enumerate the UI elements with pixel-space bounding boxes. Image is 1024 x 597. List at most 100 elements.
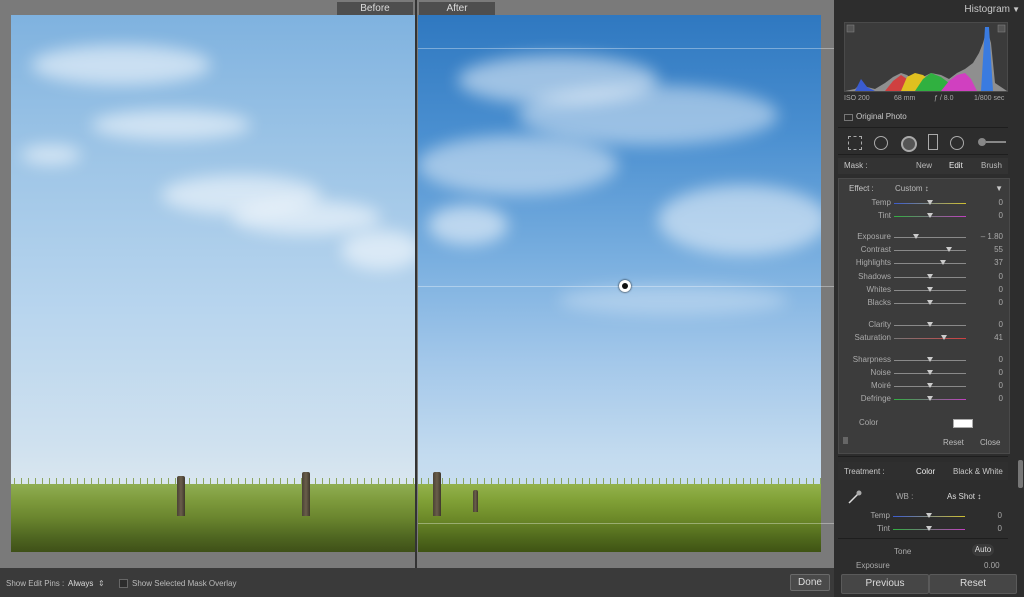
slider-track[interactable] bbox=[894, 237, 966, 238]
original-photo-icon[interactable] bbox=[844, 114, 853, 121]
radial-filter-icon[interactable] bbox=[950, 136, 964, 150]
slider-track[interactable] bbox=[894, 338, 966, 339]
effect-close-button[interactable]: Close bbox=[980, 438, 1000, 447]
iso-value: ISO 200 bbox=[844, 95, 870, 102]
slider-label: Clarity bbox=[868, 320, 891, 329]
slider-thumb[interactable] bbox=[912, 234, 919, 239]
develop-panel: Histogram ▼ ISO 200 68 mm ƒ / 8.0 1/800 … bbox=[834, 0, 1024, 597]
wb-select[interactable]: As Shot ↕ bbox=[947, 492, 981, 501]
basic-slider-tint[interactable]: Tint 0 bbox=[838, 524, 1008, 535]
slider-temp[interactable]: Temp 0 bbox=[839, 198, 1009, 209]
slider-track[interactable] bbox=[894, 263, 966, 264]
before-label: Before bbox=[337, 2, 413, 16]
done-button[interactable]: Done bbox=[790, 574, 830, 591]
slider-sharpness[interactable]: Sharpness 0 bbox=[839, 355, 1009, 366]
treatment-label: Treatment : bbox=[844, 467, 885, 476]
histogram bbox=[844, 22, 1008, 92]
exposure-value: 0.00 bbox=[984, 561, 1000, 570]
slider-moir[interactable]: Moiré 0 bbox=[839, 381, 1009, 392]
slider-label: Shadows bbox=[858, 272, 891, 281]
show-edit-pins-select[interactable]: Always bbox=[68, 579, 93, 588]
basic-slider-temp[interactable]: Temp 0 bbox=[838, 511, 1008, 522]
treatment-row: Treatment : Color Black & White bbox=[838, 462, 1008, 480]
slider-value: 0 bbox=[998, 381, 1003, 390]
slider-thumb[interactable] bbox=[927, 383, 933, 388]
slider-noise[interactable]: Noise 0 bbox=[839, 368, 1009, 379]
slider-value: 0 bbox=[998, 272, 1003, 281]
slider-label: Whites bbox=[866, 285, 891, 294]
slider-thumb[interactable] bbox=[927, 213, 933, 218]
effect-panel: Effect : Custom ↕ ▼ Color Reset Close Te… bbox=[838, 178, 1010, 454]
color-swatch[interactable] bbox=[953, 419, 973, 428]
collapse-arrow-icon[interactable]: ▼ bbox=[1012, 5, 1020, 14]
before-photo bbox=[11, 15, 415, 552]
show-mask-overlay-label: Show Selected Mask Overlay bbox=[132, 579, 237, 588]
red-eye-icon[interactable] bbox=[901, 136, 917, 152]
slider-label: Temp bbox=[870, 511, 890, 520]
slider-value: 0 bbox=[997, 524, 1002, 533]
slider-label: Contrast bbox=[860, 245, 891, 254]
slider-value: 0 bbox=[998, 355, 1003, 364]
slider-label: Tint bbox=[876, 524, 890, 533]
slider-label: Blacks bbox=[867, 298, 891, 307]
slider-exposure[interactable]: Exposure – 1.80 bbox=[839, 232, 1009, 243]
treatment-bw-button[interactable]: Black & White bbox=[953, 467, 1003, 476]
original-photo-label: Original Photo bbox=[856, 112, 907, 121]
panel-switch-icon[interactable] bbox=[843, 437, 848, 444]
mask-edit-button[interactable]: Edit bbox=[949, 161, 963, 170]
slider-value: 41 bbox=[994, 333, 1003, 342]
slider-thumb[interactable] bbox=[927, 357, 933, 362]
slider-label: Noise bbox=[870, 368, 891, 377]
photo-workspace: Before After bbox=[0, 0, 834, 568]
treatment-color-button[interactable]: Color bbox=[916, 467, 935, 476]
slider-thumb[interactable] bbox=[927, 300, 933, 305]
slider-thumb[interactable] bbox=[927, 274, 933, 279]
previous-button[interactable]: Previous bbox=[841, 574, 929, 594]
slider-label: Saturation bbox=[854, 333, 891, 342]
slider-thumb[interactable] bbox=[927, 370, 933, 375]
graduated-filter-icon[interactable] bbox=[928, 134, 938, 150]
slider-shadows[interactable]: Shadows 0 bbox=[839, 272, 1009, 283]
slider-whites[interactable]: Whites 0 bbox=[839, 285, 1009, 296]
slider-thumb[interactable] bbox=[926, 513, 932, 518]
slider-defringe[interactable]: Defringe 0 bbox=[839, 394, 1009, 405]
mask-new-button[interactable]: New bbox=[916, 161, 932, 170]
panel-title: Histogram bbox=[964, 4, 1010, 15]
slider-value: 55 bbox=[994, 245, 1003, 254]
focal-length-value: 68 mm bbox=[894, 95, 916, 102]
slider-thumb[interactable] bbox=[927, 287, 933, 292]
slider-thumb[interactable] bbox=[926, 526, 932, 531]
mask-pin-icon[interactable] bbox=[619, 280, 631, 292]
bottom-toolbar: Show Edit Pins : Always ⇕ Show Selected … bbox=[0, 568, 834, 597]
adjustment-brush-icon[interactable] bbox=[978, 138, 986, 146]
spot-removal-icon[interactable] bbox=[874, 136, 888, 150]
slider-thumb[interactable] bbox=[939, 260, 946, 265]
slider-blacks[interactable]: Blacks 0 bbox=[839, 298, 1009, 309]
slider-tint[interactable]: Tint 0 bbox=[839, 211, 1009, 222]
slider-value: 37 bbox=[994, 258, 1003, 267]
slider-track[interactable] bbox=[894, 250, 966, 251]
show-mask-overlay-checkbox[interactable] bbox=[119, 579, 128, 588]
effect-reset-button[interactable]: Reset bbox=[943, 438, 964, 447]
slider-contrast[interactable]: Contrast 55 bbox=[839, 245, 1009, 256]
slider-clarity[interactable]: Clarity 0 bbox=[839, 320, 1009, 331]
auto-tone-button[interactable]: Auto bbox=[972, 544, 994, 556]
slider-value: 0 bbox=[998, 298, 1003, 307]
slider-thumb[interactable] bbox=[927, 200, 933, 205]
slider-highlights[interactable]: Highlights 37 bbox=[839, 258, 1009, 269]
shutter-value: 1/800 sec bbox=[974, 95, 1005, 102]
effect-collapse-icon[interactable]: ▼ bbox=[995, 184, 1003, 193]
mask-brush-button[interactable]: Brush bbox=[981, 161, 1002, 170]
before-after-divider[interactable] bbox=[415, 0, 417, 568]
eyedropper-icon[interactable] bbox=[846, 488, 864, 506]
reset-button[interactable]: Reset bbox=[929, 574, 1017, 594]
slider-thumb[interactable] bbox=[946, 247, 953, 252]
panel-scrollbar[interactable] bbox=[1018, 460, 1023, 488]
slider-thumb[interactable] bbox=[927, 322, 933, 327]
slider-thumb[interactable] bbox=[941, 335, 948, 340]
slider-saturation[interactable]: Saturation 41 bbox=[839, 333, 1009, 344]
crop-tool-icon[interactable] bbox=[848, 136, 862, 150]
slider-thumb[interactable] bbox=[927, 396, 933, 401]
slider-value: 0 bbox=[998, 368, 1003, 377]
effect-preset-select[interactable]: Custom ↕ bbox=[895, 184, 929, 193]
